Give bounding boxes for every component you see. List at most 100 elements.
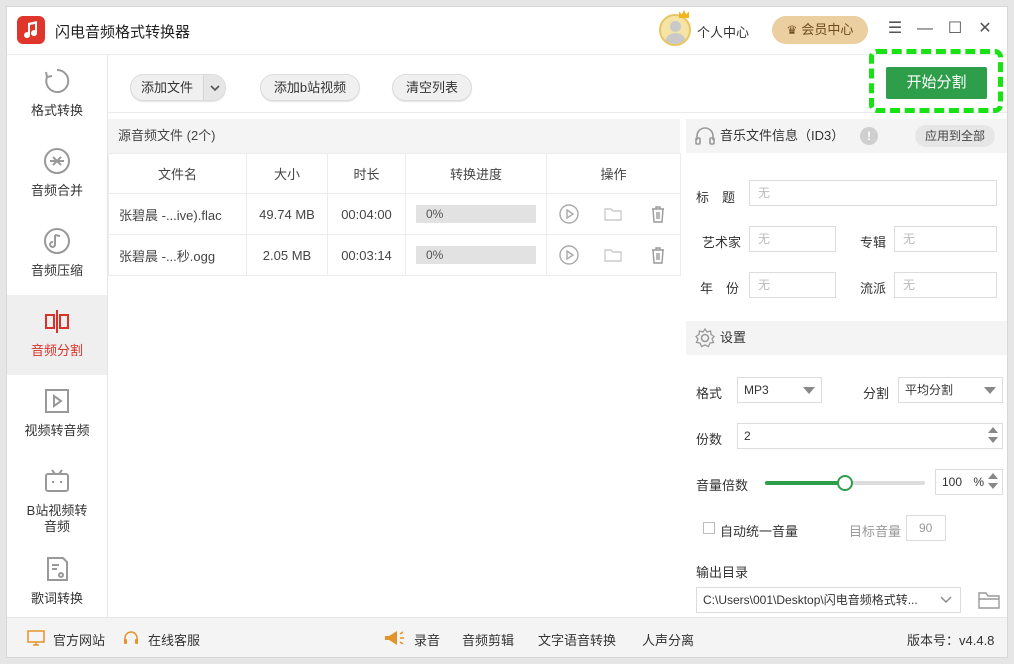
crown-icon: ♛ — [786, 23, 798, 37]
crown-icon — [679, 10, 689, 18]
music-note-icon — [44, 228, 70, 254]
output-dir-value: C:\Users\001\Desktop\闪电音频格式转... — [703, 593, 918, 607]
source-files-header: 源音频文件 (2个) — [108, 119, 680, 153]
personal-center-link[interactable]: 个人中心 — [697, 22, 749, 41]
auto-volume-label: 自动统一音量 — [720, 524, 799, 539]
record-link[interactable]: 录音 — [414, 630, 440, 649]
version-label: 版本号：v4.4.8 — [907, 633, 995, 648]
play-icon[interactable] — [559, 204, 579, 224]
add-file-label: 添加文件 — [140, 80, 193, 95]
column-header: 时长 — [327, 153, 406, 194]
operations-cell — [546, 234, 681, 276]
folder-icon[interactable] — [977, 590, 1001, 610]
column-header: 操作 — [546, 153, 681, 194]
file-panel: 源音频文件 (2个) 文件名 大小 时长 转换进度 操作 张碧晨 -...ive… — [108, 113, 686, 617]
volume-slider[interactable] — [765, 475, 925, 491]
progress-cell: 0% — [405, 234, 547, 276]
progress-bar: 0% — [416, 246, 536, 264]
maximize-icon[interactable]: ☐ — [943, 17, 967, 41]
title-field[interactable]: 无 — [749, 180, 997, 206]
folder-icon[interactable] — [603, 204, 623, 224]
tts-link[interactable]: 文字语音转换 — [538, 630, 616, 649]
table-row[interactable]: 张碧晨 -...ive).flac 49.74 MB 00:04:00 0% — [108, 193, 681, 235]
volume-value: 100 — [942, 475, 963, 489]
sidebar-item-format-convert[interactable]: 格式转换 — [7, 55, 107, 135]
convert-icon — [45, 68, 70, 93]
right-panel: 音乐文件信息（ID3） ! 应用到全部 标 题 无 艺术家 无 专辑 无 年 份… — [686, 113, 1007, 617]
volume-slider-fill — [765, 481, 845, 485]
volume-slider-handle[interactable] — [837, 475, 853, 491]
volume-stepper[interactable]: 100 % — [935, 469, 1003, 495]
app-title: 闪电音频格式转换器 — [55, 24, 191, 41]
official-site-link[interactable]: 官方网站 — [53, 630, 105, 649]
merge-icon — [44, 148, 70, 174]
sidebar-item-label: 格式转换 — [30, 103, 83, 118]
sidebar-item-lyrics-convert[interactable]: 歌词转换 — [7, 543, 107, 623]
volume-unit: % — [973, 475, 985, 489]
target-volume-field[interactable]: 90 — [906, 515, 946, 541]
split-mode-select[interactable]: 平均分割 — [898, 377, 1003, 403]
sidebar-item-video-to-audio[interactable]: 视频转音频 — [7, 375, 107, 455]
sidebar-item-audio-compress[interactable]: 音频压缩 — [7, 215, 107, 295]
start-split-button[interactable]: 开始分割 — [886, 67, 987, 99]
sidebar-item-label: 音频压缩 — [30, 263, 83, 278]
bottom-bar: 官方网站 在线客服 录音 音频剪辑 文字语音转换 人声分离 版本号：v4.4.8 — [7, 617, 1007, 657]
online-service-link[interactable]: 在线客服 — [148, 630, 200, 649]
format-value: MP3 — [744, 383, 769, 397]
sidebar-item-label: B站视频转 音频 — [26, 503, 88, 534]
vip-center-button[interactable]: ♛ 会员中心 — [772, 16, 868, 44]
album-label: 专辑 — [860, 235, 887, 250]
close-icon[interactable]: ✕ — [973, 17, 997, 41]
sidebar-item-bilibili-to-audio[interactable]: B站视频转 音频 — [7, 455, 107, 547]
year-field[interactable]: 无 — [749, 272, 836, 298]
artist-field[interactable]: 无 — [749, 226, 836, 252]
info-icon[interactable]: ! — [860, 127, 878, 145]
apply-to-all-button[interactable]: 应用到全部 — [915, 125, 995, 147]
progress-bar: 0% — [416, 205, 536, 223]
sidebar-item-audio-merge[interactable]: 音频合并 — [7, 135, 107, 215]
sidebar-item-label: 音频合并 — [30, 183, 83, 198]
folder-icon[interactable] — [603, 245, 623, 265]
trash-icon[interactable] — [648, 204, 668, 224]
year-label: 年 份 — [700, 281, 740, 296]
stepper-arrows-icon[interactable] — [988, 473, 998, 491]
sidebar-item-label: 歌词转换 — [30, 591, 83, 606]
title-label: 标 题 — [696, 190, 736, 205]
stepper-arrows-icon[interactable] — [988, 427, 998, 445]
chevron-down-icon[interactable] — [939, 595, 953, 605]
parts-stepper[interactable]: 2 — [737, 423, 1003, 449]
format-select[interactable]: MP3 — [737, 377, 822, 403]
chevron-down-icon[interactable] — [203, 75, 225, 100]
video-icon — [45, 389, 69, 413]
music-info-header: 音乐文件信息（ID3） ! 应用到全部 — [686, 119, 1007, 153]
bilibili-icon — [45, 469, 69, 492]
title-bar: 闪电音频格式转换器 个人中心 ♛ 会员中心 ☰ — ☐ ✕ — [7, 7, 1007, 55]
operations-cell — [546, 193, 681, 235]
clear-list-button[interactable]: 清空列表 — [392, 74, 472, 101]
sidebar-item-audio-split[interactable]: 音频分割 — [7, 295, 107, 375]
trash-icon[interactable] — [648, 245, 668, 265]
headphones-icon — [695, 127, 715, 145]
vocal-separation-link[interactable]: 人声分离 — [642, 630, 694, 649]
menu-icon[interactable]: ☰ — [883, 17, 907, 41]
add-bilibili-video-button[interactable]: 添加b站视频 — [260, 74, 360, 101]
file-name: 张碧晨 -...ive).flac — [108, 193, 247, 235]
file-size: 2.05 MB — [246, 234, 328, 276]
split-icon — [45, 310, 69, 333]
parts-value: 2 — [744, 429, 751, 443]
table-row[interactable]: 张碧晨 -...秒.ogg 2.05 MB 00:03:14 0% — [108, 234, 681, 276]
audio-edit-link[interactable]: 音频剪辑 — [462, 630, 514, 649]
split-label: 分割 — [863, 386, 890, 401]
table-header-row: 文件名 大小 时长 转换进度 操作 — [108, 153, 681, 194]
avatar[interactable] — [659, 14, 691, 46]
minimize-icon[interactable]: — — [913, 17, 937, 41]
file-size: 49.74 MB — [246, 193, 328, 235]
output-dir-select[interactable]: C:\Users\001\Desktop\闪电音频格式转... — [696, 587, 961, 613]
play-icon[interactable] — [559, 245, 579, 265]
genre-label: 流派 — [860, 281, 887, 296]
sidebar-item-label: 视频转音频 — [24, 423, 90, 438]
album-field[interactable]: 无 — [894, 226, 997, 252]
add-file-button[interactable]: 添加文件 — [130, 74, 226, 101]
genre-field[interactable]: 无 — [894, 272, 997, 298]
auto-volume-checkbox[interactable] — [703, 522, 715, 534]
